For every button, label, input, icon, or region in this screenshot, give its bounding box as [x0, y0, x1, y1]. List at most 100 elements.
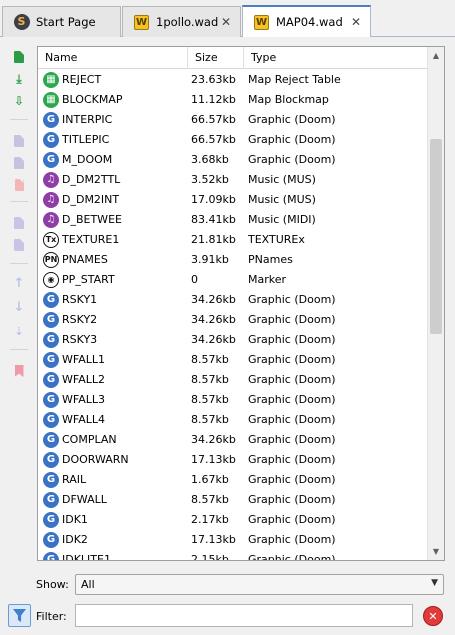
list-item[interactable]: G DOORWARN 17.13kb Graphic (Doom)	[38, 450, 428, 470]
entry-name: RSKY2	[62, 313, 98, 326]
list-item[interactable]: ▦ BLOCKMAP 11.12kb Map Blockmap	[38, 90, 428, 110]
tab-bar: S Start Page W 1pollo.wad ✕ W MAP04.wad …	[0, 0, 455, 37]
entry-name: IDKLITE1	[62, 553, 111, 561]
entry-size: 66.57kb	[191, 113, 236, 126]
sort-icon[interactable]: ⇣	[8, 321, 30, 341]
tab-1pollo-wad[interactable]: W 1pollo.wad ✕	[122, 6, 241, 37]
filter-toggle-button[interactable]	[8, 604, 31, 627]
vertical-scrollbar[interactable]: ▲ ▼	[427, 47, 444, 560]
entry-size: 8.57kb	[191, 393, 229, 406]
tab-map04-wad[interactable]: W MAP04.wad ✕	[242, 5, 371, 37]
list-item[interactable]: G INTERPIC 66.57kb Graphic (Doom)	[38, 110, 428, 130]
graphic-icon: G	[43, 372, 59, 388]
entry-list[interactable]: Name Size Type ▦ REJECT 23.63kb Map Reject …	[37, 46, 445, 561]
list-item[interactable]: G WFALL3 8.57kb Graphic (Doom)	[38, 390, 428, 410]
list-item[interactable]: G IDKLITE1 2.15kb Graphic (Doom)	[38, 550, 428, 561]
scroll-up-icon[interactable]: ▲	[428, 47, 444, 64]
graphic-icon: G	[43, 152, 59, 168]
entry-name: PNAMES	[62, 253, 108, 266]
list-item[interactable]: G WFALL2 8.57kb Graphic (Doom)	[38, 370, 428, 390]
list-item[interactable]: G M_DOOM 3.68kb Graphic (Doom)	[38, 150, 428, 170]
list-item[interactable]: G WFALL1 8.57kb Graphic (Doom)	[38, 350, 428, 370]
funnel-icon	[13, 609, 26, 622]
scroll-down-icon[interactable]: ▼	[428, 543, 444, 560]
entry-size: 0	[191, 273, 198, 286]
map-icon: ▦	[43, 72, 59, 88]
import-entry-icon[interactable]: ⤓	[8, 69, 30, 89]
entry-type: Map Reject Table	[248, 73, 341, 86]
list-item[interactable]: G RAIL 1.67kb Graphic (Doom)	[38, 470, 428, 490]
list-item[interactable]: ♫ D_BETWEE 83.41kb Music (MIDI)	[38, 210, 428, 230]
entry-size: 34.26kb	[191, 313, 236, 326]
entry-type: Graphic (Doom)	[248, 313, 336, 326]
toolbar-divider	[10, 201, 28, 202]
entry-size: 1.67kb	[191, 473, 229, 486]
list-item[interactable]: G WFALL4 8.57kb Graphic (Doom)	[38, 410, 428, 430]
edit-icon[interactable]	[8, 153, 30, 173]
column-type-header[interactable]: Type	[244, 47, 428, 69]
map-icon: ▦	[43, 92, 59, 108]
rename-icon[interactable]	[8, 131, 30, 151]
bookmark-icon[interactable]	[8, 361, 30, 381]
entry-name: BLOCKMAP	[62, 93, 123, 106]
entry-name: IDK2	[62, 533, 88, 546]
entry-name: DOORWARN	[62, 453, 129, 466]
graphic-icon: G	[43, 552, 59, 560]
move-up-icon[interactable]: ↑	[8, 273, 30, 293]
paste-icon[interactable]	[8, 235, 30, 255]
list-item[interactable]: ◉ PP_START 0 Marker	[38, 270, 428, 290]
scroll-thumb[interactable]	[430, 139, 442, 334]
wad-icon: W	[134, 14, 149, 30]
archive-panel: ⤓ ⇩ ↑ ↓ ⇣ Name Size Type ▦ REJECT 23.63kb M…	[0, 37, 455, 635]
entry-name: WFALL4	[62, 413, 105, 426]
entry-type: TEXTUREx	[248, 233, 305, 246]
list-item[interactable]: PN PNAMES 3.91kb PNames	[38, 250, 428, 270]
entry-size: 34.26kb	[191, 333, 236, 346]
list-item[interactable]: G TITLEPIC 66.57kb Graphic (Doom)	[38, 130, 428, 150]
show-dropdown[interactable]: All ▼	[75, 574, 444, 595]
pnames-icon: PN	[43, 252, 59, 268]
import-files-icon[interactable]: ⇩	[8, 91, 30, 111]
clear-filter-icon[interactable]: ✕	[423, 606, 443, 626]
column-name-header[interactable]: Name	[38, 47, 188, 69]
list-item[interactable]: G RSKY1 34.26kb Graphic (Doom)	[38, 290, 428, 310]
entry-type: Graphic (Doom)	[248, 133, 336, 146]
graphic-icon: G	[43, 412, 59, 428]
copy-icon[interactable]	[8, 213, 30, 233]
entry-name: D_BETWEE	[62, 213, 122, 226]
list-item[interactable]: G RSKY2 34.26kb Graphic (Doom)	[38, 310, 428, 330]
close-icon[interactable]: ✕	[351, 15, 361, 29]
entry-size: 11.12kb	[191, 93, 236, 106]
entry-name: TEXTURE1	[62, 233, 120, 246]
entry-type: Graphic (Doom)	[248, 553, 336, 561]
list-item[interactable]: ▦ REJECT 23.63kb Map Reject Table	[38, 70, 428, 90]
tab-start-page[interactable]: S Start Page	[2, 6, 121, 37]
new-entry-icon[interactable]	[8, 47, 30, 67]
graphic-icon: G	[43, 452, 59, 468]
list-header: Name Size Type	[38, 47, 428, 69]
list-item[interactable]: Tx TEXTURE1 21.81kb TEXTUREx	[38, 230, 428, 250]
graphic-icon: G	[43, 472, 59, 488]
filter-input[interactable]	[75, 604, 413, 627]
list-item[interactable]: G IDK2 17.13kb Graphic (Doom)	[38, 530, 428, 550]
entry-name: RAIL	[62, 473, 87, 486]
entry-type: Graphic (Doom)	[248, 393, 336, 406]
list-item[interactable]: ♫ D_DM2TTL 3.52kb Music (MUS)	[38, 170, 428, 190]
list-item[interactable]: ♫ D_DM2INT 17.09kb Music (MUS)	[38, 190, 428, 210]
entry-name: PP_START	[62, 273, 115, 286]
toolbar-divider	[10, 119, 28, 120]
list-item[interactable]: G IDK1 2.17kb Graphic (Doom)	[38, 510, 428, 530]
entry-type: Graphic (Doom)	[248, 473, 336, 486]
list-item[interactable]: G DFWALL 8.57kb Graphic (Doom)	[38, 490, 428, 510]
entry-size: 17.09kb	[191, 193, 236, 206]
delete-icon[interactable]	[8, 175, 30, 195]
entry-name: IDK1	[62, 513, 88, 526]
column-size-header[interactable]: Size	[188, 47, 244, 69]
list-item[interactable]: G COMPLAN 34.26kb Graphic (Doom)	[38, 430, 428, 450]
move-down-icon[interactable]: ↓	[8, 297, 30, 317]
list-item[interactable]: G RSKY3 34.26kb Graphic (Doom)	[38, 330, 428, 350]
entry-type: Graphic (Doom)	[248, 153, 336, 166]
entry-size: 8.57kb	[191, 413, 229, 426]
close-icon[interactable]: ✕	[221, 15, 231, 29]
entry-type: Map Blockmap	[248, 93, 329, 106]
